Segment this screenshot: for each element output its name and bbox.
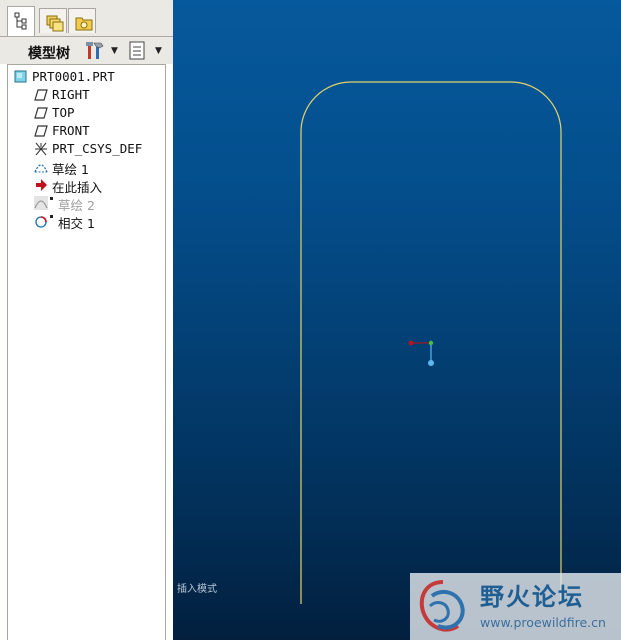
csys-triad xyxy=(408,340,434,366)
coordinate-system-icon xyxy=(35,142,47,156)
show-button[interactable]: ▼ xyxy=(128,41,166,61)
csys-x-point xyxy=(408,340,414,346)
intersect-icon xyxy=(35,216,47,228)
sketch-icon xyxy=(34,164,48,173)
folder-browser-icon xyxy=(46,15,64,32)
tab-model-tree[interactable] xyxy=(7,6,35,36)
watermark: 野火论坛 www.proewildfire.cn xyxy=(410,573,621,640)
forum-logo-icon xyxy=(419,580,465,632)
tree-item-label: 相交 1 xyxy=(58,216,95,231)
tab-favorites[interactable] xyxy=(68,8,96,33)
tree-item-label: PRT_CSYS_DEF xyxy=(52,141,143,156)
navigator-tab-bar xyxy=(0,0,173,36)
settings-button[interactable]: ▼ xyxy=(85,41,121,61)
graphics-viewport[interactable]: 插入模式 xyxy=(173,0,621,640)
modified-marker xyxy=(50,215,53,218)
datum-plane-icon xyxy=(34,125,48,137)
csys-origin xyxy=(428,340,434,346)
tree-item-label: PRT0001.PRT xyxy=(32,69,115,84)
tab-folder-browser[interactable] xyxy=(39,8,67,33)
watermark-name: 野火论坛 xyxy=(480,583,584,611)
model-tree-toolbar: 模型树 ▼ ▼ xyxy=(0,36,173,64)
datum-plane-icon xyxy=(34,107,48,119)
part-icon xyxy=(14,70,27,83)
tree-item-label: FRONT xyxy=(52,123,90,138)
tree-item-label: 草绘 2 xyxy=(58,198,95,213)
tree-item-label: 草绘 1 xyxy=(52,162,89,177)
datum-plane-icon xyxy=(34,89,48,101)
suppressed-marker xyxy=(50,197,53,200)
show-dropdown-arrow[interactable]: ▼ xyxy=(155,46,162,56)
sketch-geometry xyxy=(300,81,562,604)
tree-item-label: 在此插入 xyxy=(52,180,103,195)
favorites-icon xyxy=(75,17,93,31)
model-tree-panel: 模型树 ▼ ▼ PRT0001.PRT RIGHT TOP FRONT PRT_… xyxy=(0,0,173,640)
show-list-icon xyxy=(129,41,145,60)
model-tree-title: 模型树 xyxy=(28,46,70,62)
model-tree: PRT0001.PRT RIGHT TOP FRONT PRT_CSYS_DEF… xyxy=(7,64,166,640)
settings-icon xyxy=(86,42,104,59)
tree-item-label: RIGHT xyxy=(52,87,90,102)
tree-item-label: TOP xyxy=(52,105,75,120)
insert-arrow-icon xyxy=(36,179,47,191)
watermark-url: www.proewildfire.cn xyxy=(480,615,606,630)
sketch-icon xyxy=(34,196,48,210)
csys-y-point xyxy=(428,360,434,366)
model-tree-icon xyxy=(14,12,27,30)
insert-mode-label: 插入模式 xyxy=(177,584,217,595)
settings-dropdown-arrow[interactable]: ▼ xyxy=(111,46,118,56)
